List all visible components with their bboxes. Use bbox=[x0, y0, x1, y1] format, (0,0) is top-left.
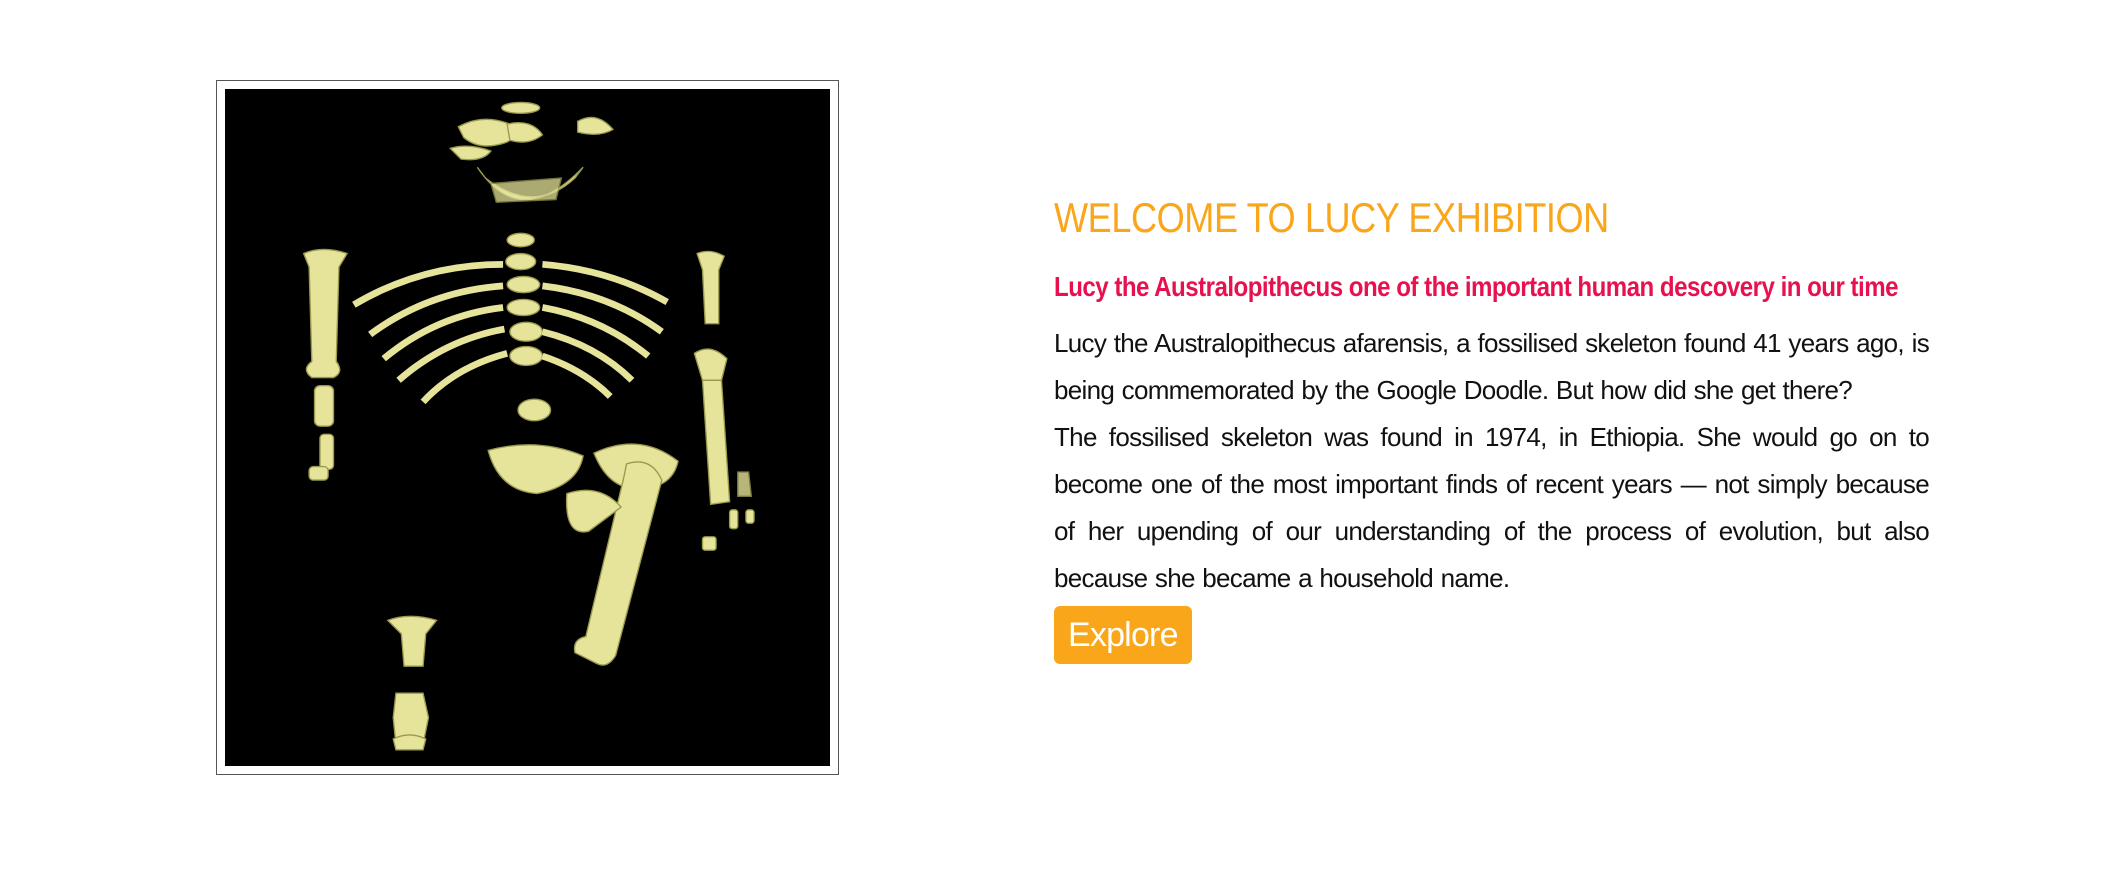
exhibition-description: Lucy the Australopithecus afarensis, a f… bbox=[1054, 320, 1930, 602]
explore-button[interactable]: Explore bbox=[1054, 606, 1192, 664]
description-paragraph: Lucy the Australopithecus afarensis, a f… bbox=[1054, 328, 1930, 405]
lucy-exhibition-section: WELCOME TO LUCY EXHIBITION Lucy the Aust… bbox=[0, 0, 2111, 891]
description-paragraph: The fossilised skeleton was found in 197… bbox=[1054, 422, 1930, 593]
lucy-skeleton-image bbox=[225, 89, 830, 766]
skeleton-illustration bbox=[302, 101, 755, 751]
exhibition-content: WELCOME TO LUCY EXHIBITION Lucy the Aust… bbox=[1054, 190, 1930, 664]
skeleton-image-frame bbox=[216, 80, 839, 775]
exhibition-subtitle: Lucy the Australopithecus one of the imp… bbox=[1054, 271, 1898, 302]
exhibition-title: WELCOME TO LUCY EXHIBITION bbox=[1054, 194, 1609, 241]
